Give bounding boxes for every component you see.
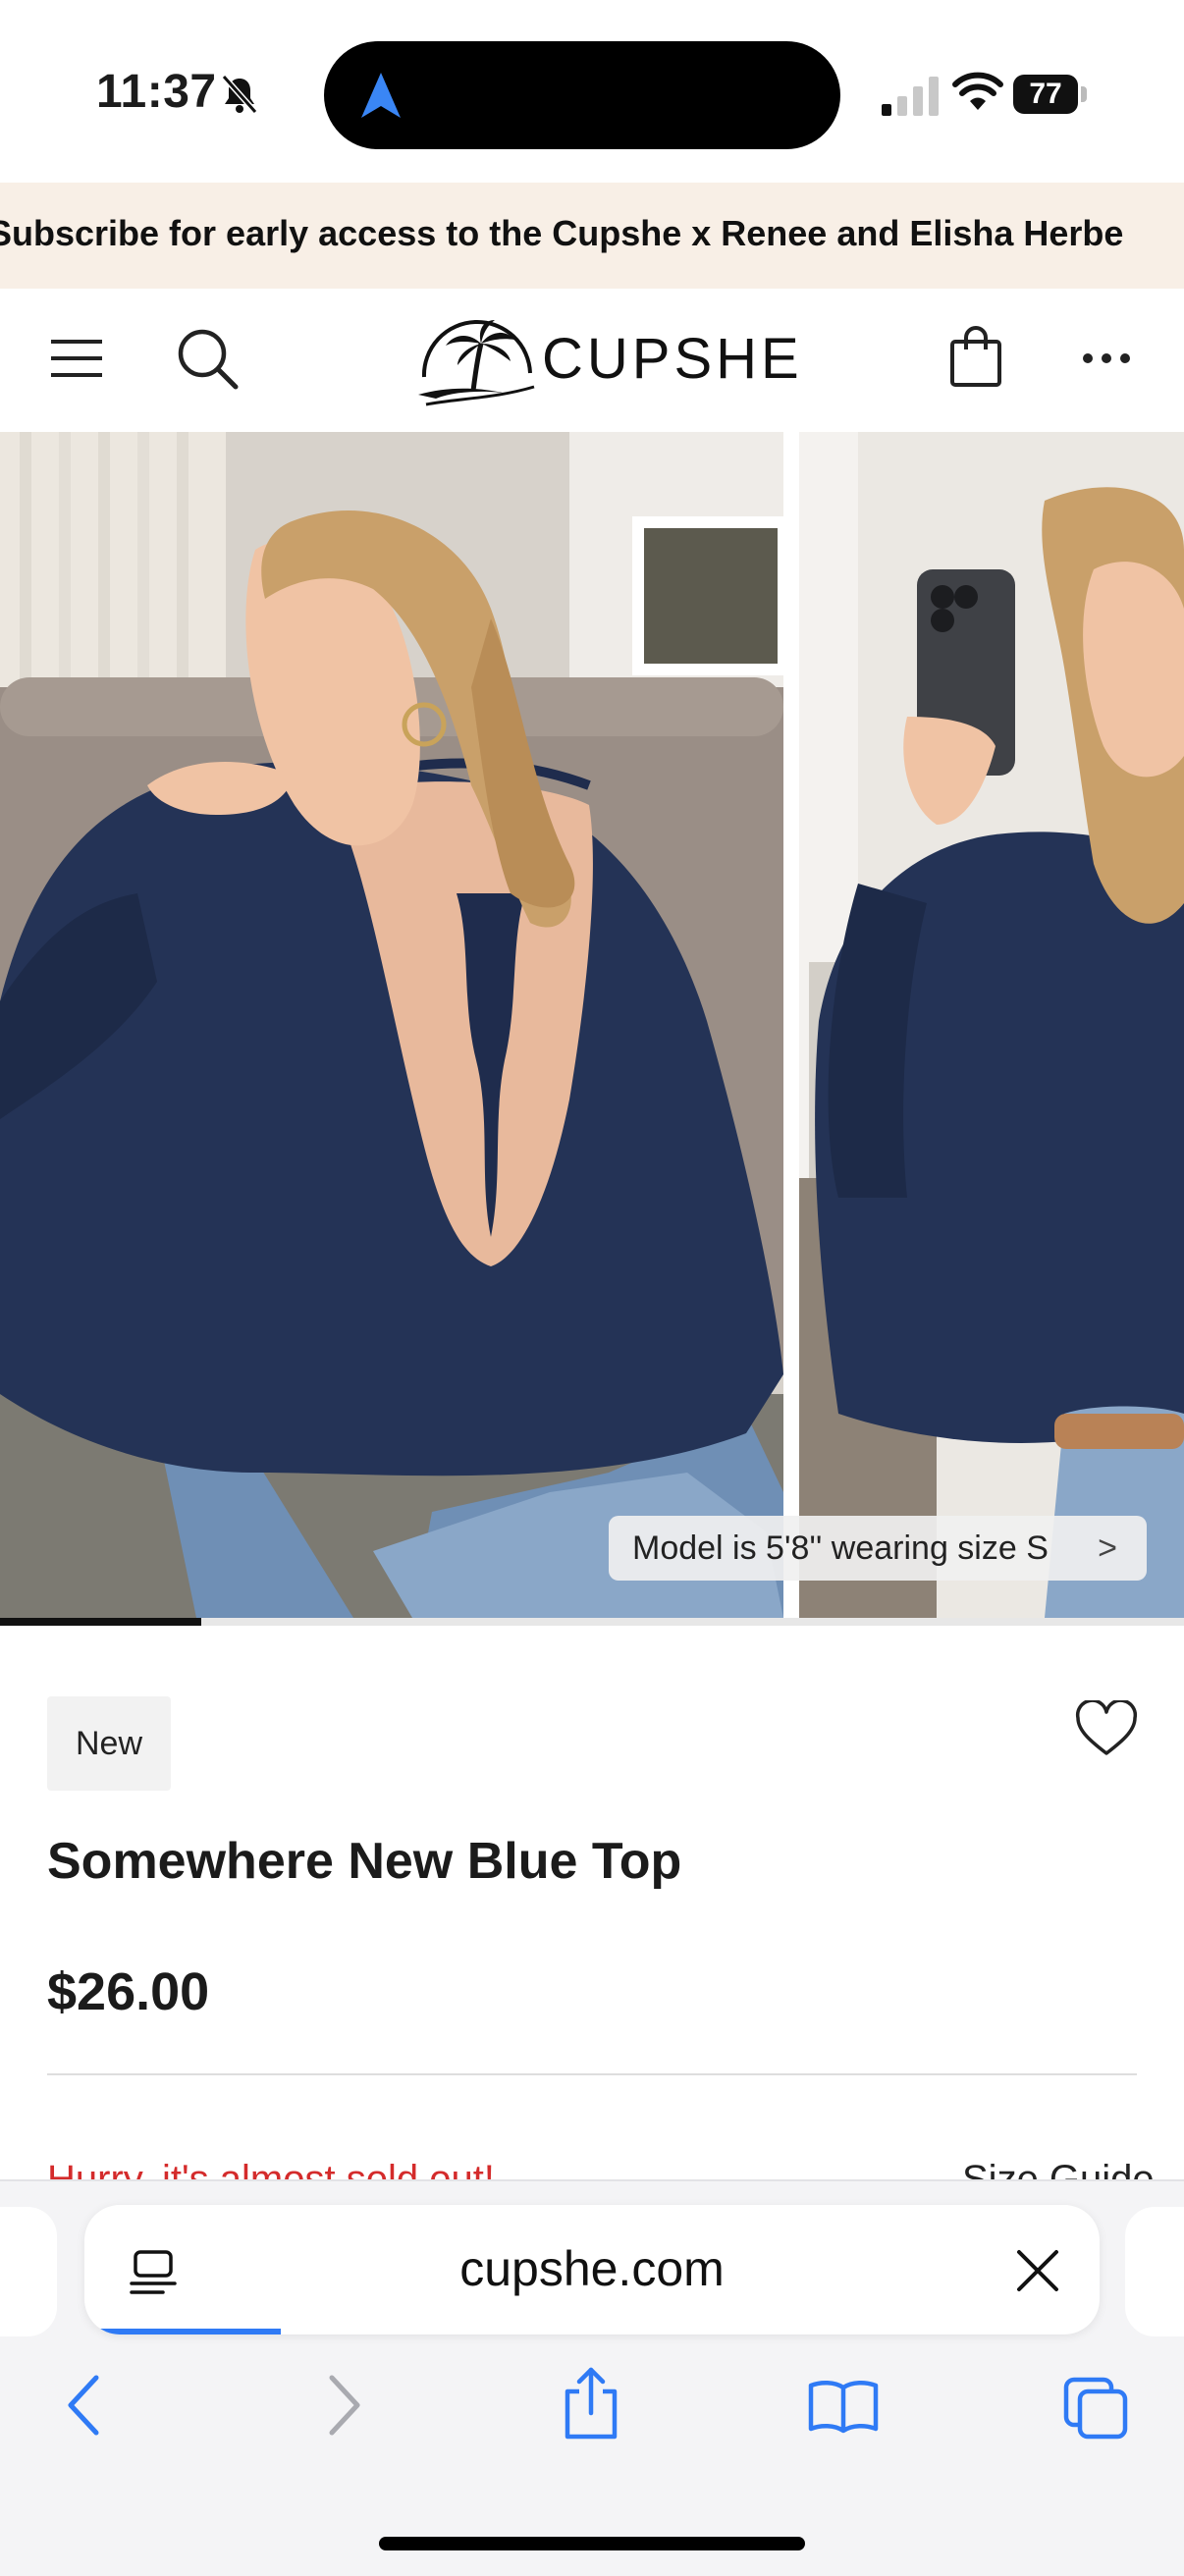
gallery-progress-indicator: [0, 1618, 201, 1626]
status-bar: 11:37 77: [0, 0, 1184, 183]
product-price: $26.00: [47, 1962, 210, 2021]
status-time: 11:37: [96, 66, 217, 118]
page-load-progress: [84, 2329, 281, 2334]
wifi-icon: [952, 72, 1003, 110]
product-photo-mirror-selfie[interactable]: [799, 432, 1184, 1618]
palm-tree-logo-icon[interactable]: [416, 318, 538, 408]
next-tab-peek[interactable]: [1125, 2207, 1184, 2336]
model-size-info-text: Model is 5'8'' wearing size S: [632, 1530, 1049, 1567]
search-icon[interactable]: [175, 326, 240, 391]
divider: [47, 2073, 1137, 2075]
forward-arrow-icon[interactable]: [324, 2374, 363, 2437]
site-header: CUPSHE: [0, 289, 1184, 434]
shopping-bag-icon[interactable]: [948, 324, 1003, 389]
navigation-arrow-icon: [361, 73, 401, 118]
previous-tab-peek[interactable]: [0, 2207, 57, 2336]
product-photo-back-view[interactable]: [0, 432, 783, 1618]
wishlist-heart-icon[interactable]: [1074, 1700, 1139, 1757]
dynamic-island: [324, 41, 840, 149]
menu-icon[interactable]: [49, 334, 104, 383]
share-icon[interactable]: [562, 2366, 620, 2441]
silent-bell-icon: [221, 75, 258, 114]
bookmarks-icon[interactable]: [807, 2378, 880, 2435]
announcement-bar[interactable]: Subscribe for early access to the Cupshe…: [0, 183, 1184, 289]
close-icon[interactable]: [1015, 2248, 1060, 2293]
chevron-right-icon: >: [1098, 1530, 1117, 1567]
back-arrow-icon[interactable]: [65, 2374, 104, 2437]
cellular-signal-icon: [882, 77, 939, 116]
home-indicator[interactable]: [379, 2537, 805, 2550]
battery-level: 77: [1013, 75, 1078, 114]
more-options-icon[interactable]: [1082, 351, 1131, 365]
brand-logo-text[interactable]: CUPSHE: [542, 326, 803, 392]
announcement-text: Subscribe for early access to the Cupshe…: [0, 213, 1124, 253]
battery-indicator: 77: [1013, 75, 1092, 114]
product-title: Somewhere New Blue Top: [47, 1833, 682, 1890]
tabs-icon[interactable]: [1062, 2376, 1129, 2441]
product-image-gallery[interactable]: Model is 5'8'' wearing size S >: [0, 432, 1184, 1620]
address-bar[interactable]: cupshe.com: [84, 2205, 1100, 2334]
new-badge: New: [47, 1696, 171, 1791]
model-size-info-chip[interactable]: Model is 5'8'' wearing size S >: [609, 1516, 1147, 1581]
url-text[interactable]: cupshe.com: [84, 2240, 1100, 2297]
